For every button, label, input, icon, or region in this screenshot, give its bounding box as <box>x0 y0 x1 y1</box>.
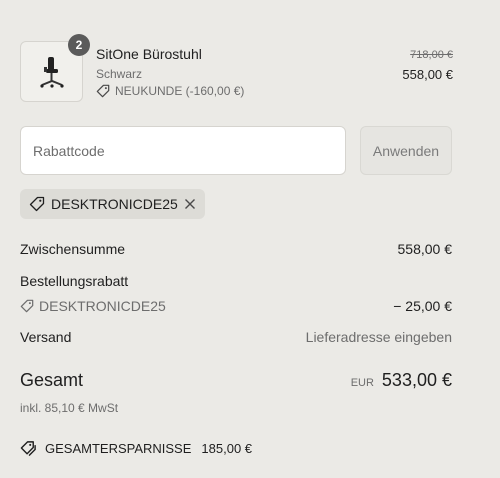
shipping-value: Lieferadresse eingeben <box>305 329 452 345</box>
product-discount: NEUKUNDE (-160,00 €) <box>96 84 244 98</box>
total-row: Gesamt EUR 533,00 € <box>20 370 452 391</box>
product-price: 558,00 € <box>402 67 453 82</box>
shipping-row: Versand Lieferadresse eingeben <box>20 329 452 345</box>
savings-value: 185,00 € <box>201 441 253 456</box>
order-discount-label: Bestellungsrabatt <box>20 273 129 289</box>
order-summary: 2 SitOne Bürostuhl Schwarz NEUKUNDE (-16… <box>0 0 500 478</box>
savings-label: GESAMTERSPARNISSE <box>45 441 192 456</box>
product-discount-label: NEUKUNDE (-160,00 €) <box>115 84 245 98</box>
remove-code-button[interactable] <box>184 198 196 210</box>
order-discount-row: Bestellungsrabatt <box>20 273 452 289</box>
subtotal-value: 558,00 € <box>397 241 453 257</box>
tag-icon <box>29 196 45 212</box>
applied-code-label: DESKTRONICDE25 <box>51 196 178 212</box>
apply-discount-button[interactable]: Anwenden <box>360 126 452 175</box>
tag-icon <box>20 299 34 313</box>
close-icon <box>185 199 195 209</box>
tags-icon <box>20 441 36 456</box>
subtotal-label: Zwischensumme <box>20 241 126 257</box>
total-value: 533,00 € <box>381 370 452 390</box>
product-name: SitOne Bürostuhl <box>96 46 202 62</box>
total-amount: EUR 533,00 € <box>351 370 452 391</box>
total-savings: GESAMTERSPARNISSE 185,00 € <box>20 440 252 457</box>
original-price: 718,00 € <box>410 49 453 61</box>
order-discount-code: DESKTRONICDE25 <box>20 298 166 314</box>
shipping-label: Versand <box>20 329 72 345</box>
total-label: Gesamt <box>20 370 84 390</box>
office-chair-icon <box>40 57 64 88</box>
applied-code-chip: DESKTRONICDE25 <box>20 189 205 219</box>
product-variant: Schwarz <box>96 67 143 81</box>
order-discount-value: − 25,00 € <box>393 298 452 314</box>
order-discount-code-row: DESKTRONICDE25 − 25,00 € <box>20 298 452 314</box>
total-currency: EUR <box>350 377 374 389</box>
tag-icon <box>96 84 110 98</box>
order-discount-code-label: DESKTRONICDE25 <box>39 298 166 314</box>
tax-note: inkl. 85,10 € MwSt <box>20 401 119 415</box>
subtotal-row: Zwischensumme 558,00 € <box>20 241 452 257</box>
quantity-badge: 2 <box>68 34 90 56</box>
discount-code-input[interactable] <box>20 126 346 175</box>
